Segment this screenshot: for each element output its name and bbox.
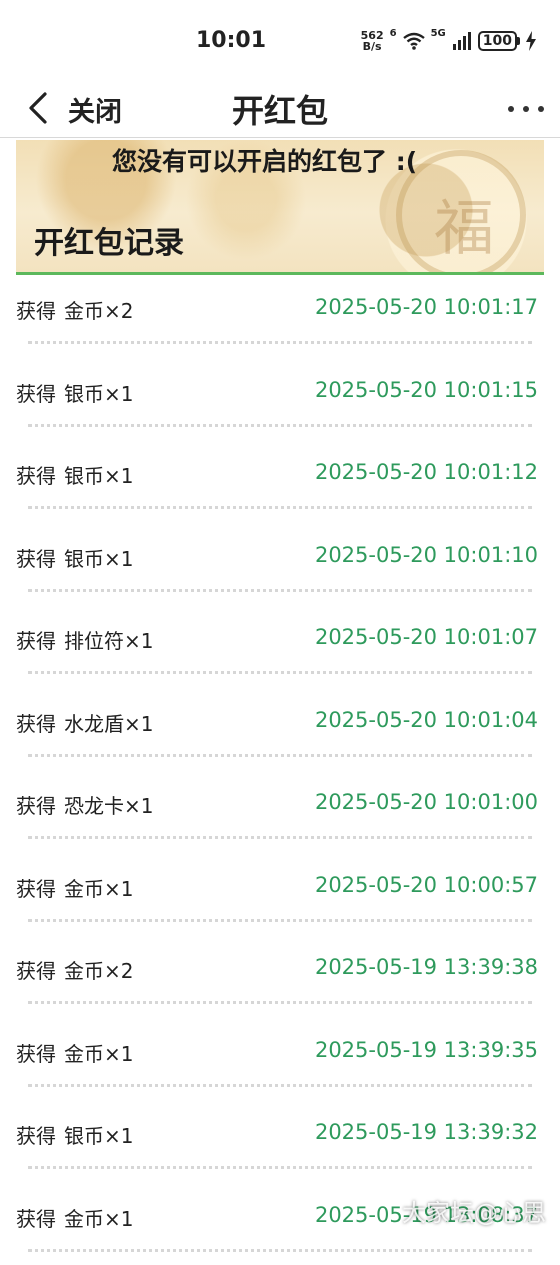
dotted-divider	[28, 1166, 532, 1169]
record-reward: 获得水龙盾×1	[16, 708, 153, 737]
more-dots-icon	[508, 106, 514, 112]
fortune-seal-icon: 福	[434, 180, 494, 267]
list-item: 获得金币×2 2025-05-19 13:39:38	[0, 935, 560, 1018]
no-packet-message: 您没有可以开启的红包了 :(	[112, 142, 417, 178]
record-reward: 获得金币×1	[16, 1038, 133, 1067]
record-item: 金币×1	[64, 877, 133, 901]
dotted-divider	[28, 754, 532, 757]
dotted-divider	[28, 671, 532, 674]
status-indicators: 562 B/s 6 5G 100	[361, 28, 536, 54]
record-item: 金币×1	[64, 1207, 133, 1231]
dotted-divider	[28, 1001, 532, 1004]
record-time: 2025-05-20 10:01:00	[315, 790, 538, 814]
list-item: 获得银币×1 2025-05-20 10:01:10	[0, 523, 560, 606]
record-verb: 获得	[16, 547, 56, 571]
record-verb: 获得	[16, 712, 56, 736]
watermark: 大家坛@心思	[402, 1193, 546, 1228]
battery-icon: 100	[478, 31, 520, 51]
record-verb: 获得	[16, 877, 56, 901]
record-verb: 获得	[16, 959, 56, 983]
record-verb: 获得	[16, 464, 56, 488]
more-button[interactable]	[508, 94, 544, 124]
record-reward: 获得金币×1	[16, 1203, 133, 1232]
record-time: 2025-05-20 10:01:12	[315, 460, 538, 484]
nav-bar: 关闭 开红包	[0, 80, 560, 138]
record-reward: 获得银币×1	[16, 1120, 133, 1149]
cellular-signal-icon	[452, 32, 472, 50]
dotted-divider	[28, 919, 532, 922]
network-speed-unit: B/s	[361, 41, 384, 52]
more-dots-icon	[523, 106, 529, 112]
red-packet-banner: 福 您没有可以开启的红包了 :( 开红包记录	[16, 140, 544, 272]
record-time: 2025-05-19 13:39:32	[315, 1120, 538, 1144]
record-item: 银币×1	[64, 1124, 133, 1148]
list-item: 获得水龙盾×1 2025-05-20 10:01:04	[0, 688, 560, 771]
record-time: 2025-05-20 10:01:07	[315, 625, 538, 649]
record-reward: 获得银币×1	[16, 543, 133, 572]
list-item: 获得排位符×1 2025-05-20 10:01:07	[0, 605, 560, 688]
more-dots-icon	[538, 106, 544, 112]
battery-cap	[517, 37, 520, 45]
wifi-icon	[403, 32, 425, 50]
records-heading: 开红包记录	[34, 218, 184, 262]
record-verb: 获得	[16, 382, 56, 406]
list-item: 获得恐龙卡×1 2025-05-20 10:01:00	[0, 770, 560, 853]
dotted-divider	[28, 589, 532, 592]
dotted-divider	[28, 836, 532, 839]
record-item: 排位符×1	[64, 629, 153, 653]
status-time: 10:01	[196, 28, 266, 53]
record-item: 银币×1	[64, 382, 133, 406]
records-list: 获得金币×22025-05-20 10:01:17获得银币×12025-05-2…	[0, 275, 560, 1265]
record-verb: 获得	[16, 629, 56, 653]
record-verb: 获得	[16, 1124, 56, 1148]
record-item: 银币×1	[64, 464, 133, 488]
list-item: 获得银币×1 2025-05-20 10:01:15	[0, 358, 560, 441]
record-time: 2025-05-20 10:00:57	[315, 873, 538, 897]
signal-badge: 5G	[431, 28, 446, 39]
status-bar: 10:01 562 B/s 6 5G 100	[0, 0, 560, 80]
record-reward: 获得排位符×1	[16, 625, 153, 654]
list-item: 获得银币×1 2025-05-19 13:39:32	[0, 1100, 560, 1183]
record-verb: 获得	[16, 794, 56, 818]
network-speed: 562 B/s	[361, 30, 384, 52]
record-reward: 获得银币×1	[16, 378, 133, 407]
list-item: 获得金币×2 2025-05-20 10:01:17	[0, 275, 560, 358]
record-time: 2025-05-20 10:01:15	[315, 378, 538, 402]
record-item: 银币×1	[64, 547, 133, 571]
record-time: 2025-05-19 13:39:35	[315, 1038, 538, 1062]
page-title: 开红包	[0, 86, 560, 132]
record-verb: 获得	[16, 299, 56, 323]
record-item: 金币×1	[64, 1042, 133, 1066]
dotted-divider	[28, 424, 532, 427]
record-item: 恐龙卡×1	[64, 794, 153, 818]
battery-level: 100	[478, 31, 517, 51]
list-item: 获得金币×1 2025-05-20 10:00:57	[0, 853, 560, 936]
record-time: 2025-05-20 10:01:17	[315, 295, 538, 319]
record-reward: 获得金币×1	[16, 873, 133, 902]
record-reward: 获得金币×2	[16, 955, 133, 984]
record-item: 金币×2	[64, 959, 133, 983]
charging-icon	[526, 31, 536, 51]
record-reward: 获得银币×1	[16, 460, 133, 489]
record-item: 金币×2	[64, 299, 133, 323]
wifi-badge: 6	[390, 28, 397, 39]
record-time: 2025-05-20 10:01:04	[315, 708, 538, 732]
dotted-divider	[28, 341, 532, 344]
list-item: 获得金币×1 2025-05-19 13:39:35	[0, 1018, 560, 1101]
record-item: 水龙盾×1	[64, 712, 153, 736]
record-reward: 获得金币×2	[16, 295, 133, 324]
record-verb: 获得	[16, 1042, 56, 1066]
dotted-divider	[28, 1249, 532, 1252]
record-time: 2025-05-19 13:39:38	[315, 955, 538, 979]
list-item: 获得银币×1 2025-05-20 10:01:12	[0, 440, 560, 523]
record-verb: 获得	[16, 1207, 56, 1231]
dotted-divider	[28, 506, 532, 509]
dotted-divider	[28, 1084, 532, 1087]
record-time: 2025-05-20 10:01:10	[315, 543, 538, 567]
record-reward: 获得恐龙卡×1	[16, 790, 153, 819]
